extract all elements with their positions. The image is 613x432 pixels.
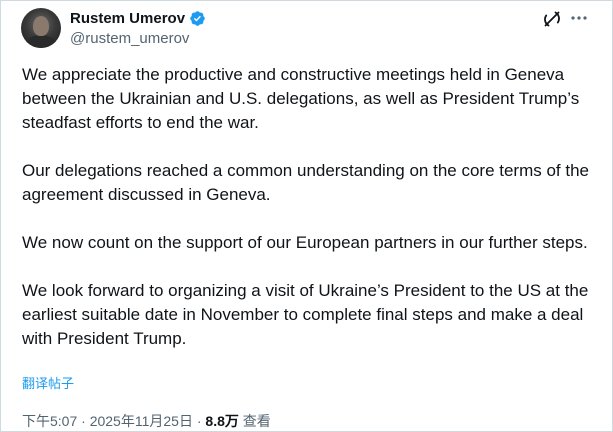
tweet-paragraph: Our delegations reached a common underst… <box>22 161 590 204</box>
avatar[interactable] <box>21 8 61 48</box>
tweet-text: We appreciate the productive and constru… <box>22 63 602 351</box>
tweet-meta: 下午5:07 · 2025年11月25日 · 8.8万 查看 <box>22 412 271 430</box>
more-options-icon[interactable] <box>569 8 589 28</box>
tweet-paragraph: We look forward to organizing a visit of… <box>22 281 589 348</box>
verified-badge-icon[interactable] <box>189 10 206 27</box>
author-name-row: Rustem Umerov <box>70 9 206 28</box>
tweet-date[interactable]: 2025年11月25日 <box>90 413 193 429</box>
translate-post-link[interactable]: 翻译帖子 <box>22 376 74 392</box>
tweet-card: Rustem Umerov @rustem_umerov We apprecia… <box>0 0 613 432</box>
author-handle[interactable]: @rustem_umerov <box>70 29 189 48</box>
grok-icon[interactable] <box>542 9 562 29</box>
avatar-shoulders <box>25 35 57 48</box>
views-label: 查看 <box>242 413 271 429</box>
tweet-paragraph: We now count on the support of our Europ… <box>22 233 588 252</box>
meta-separator: · <box>81 413 86 429</box>
tweet-paragraph: We appreciate the productive and constru… <box>22 65 580 132</box>
author-display-name[interactable]: Rustem Umerov <box>70 9 185 28</box>
avatar-face <box>33 16 49 36</box>
views-count[interactable]: 8.8万 <box>205 413 238 429</box>
meta-separator: · <box>196 413 202 429</box>
tweet-time[interactable]: 下午5:07 <box>22 413 77 429</box>
